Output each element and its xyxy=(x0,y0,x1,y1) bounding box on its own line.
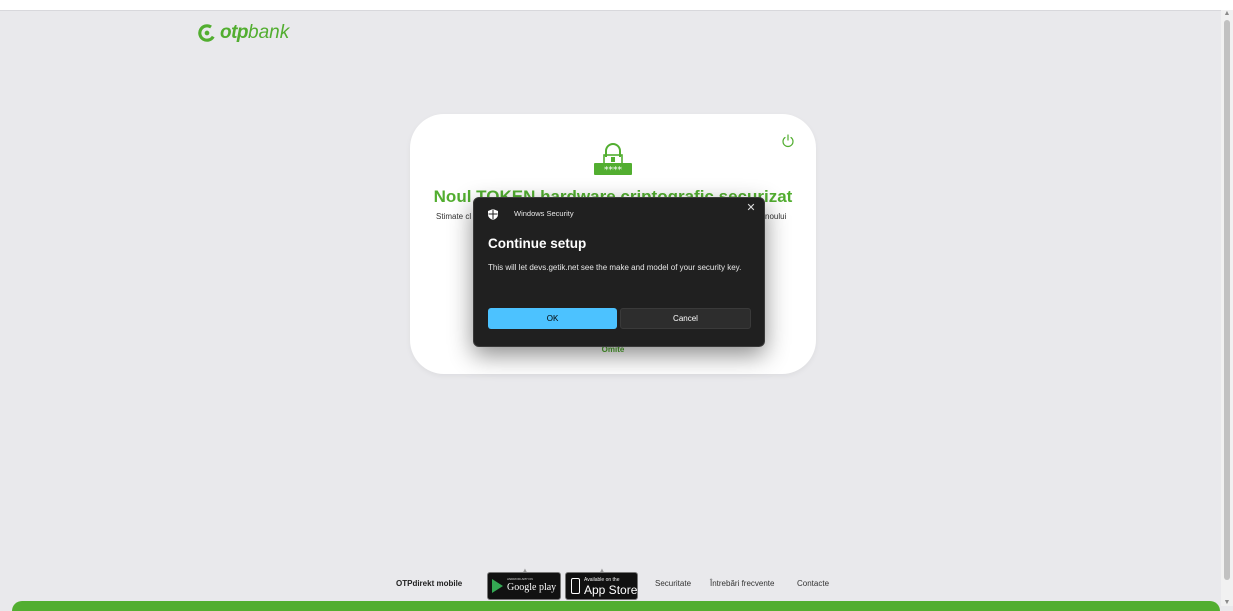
logo-text-bank: bank xyxy=(248,22,290,43)
lock-password-icon: **** xyxy=(594,143,632,176)
footer-green-bar xyxy=(12,601,1220,611)
scrollbar[interactable]: ▲ ▼ xyxy=(1221,10,1233,606)
google-play-text: Google play xyxy=(507,582,557,593)
caret-up-icon: ▲ xyxy=(599,568,605,574)
card-description-end: noului xyxy=(765,212,787,221)
app-store-text: App Store xyxy=(584,583,638,597)
logo-text-otp: otp xyxy=(220,22,249,43)
otp-bank-logo[interactable]: otp bank xyxy=(198,22,289,44)
phone-icon xyxy=(571,578,580,594)
otp-logo-icon xyxy=(198,24,216,42)
caret-up-icon: ▲ xyxy=(522,568,528,574)
card-description-start: Stimate cl xyxy=(436,212,472,221)
scroll-up-icon[interactable]: ▲ xyxy=(1223,10,1231,17)
shield-icon xyxy=(488,209,498,220)
google-play-badge[interactable]: ▲ ANDROID APP ON Google play xyxy=(487,568,561,600)
google-play-small-text: ANDROID APP ON xyxy=(507,577,533,581)
scrollbar-thumb[interactable] xyxy=(1224,20,1230,580)
windows-security-dialog: Windows Security ✕ Continue setup This w… xyxy=(473,197,765,347)
footer-link-faq[interactable]: Întrebări frecvente xyxy=(710,579,774,588)
browser-top-edge xyxy=(0,0,1233,11)
footer: OTPdirekt mobile ▲ ANDROID APP ON Google… xyxy=(0,568,1233,600)
close-icon[interactable]: ✕ xyxy=(744,201,758,215)
dialog-app-name: Windows Security xyxy=(514,209,574,218)
cancel-button[interactable]: Cancel xyxy=(620,308,751,329)
google-play-icon xyxy=(492,579,503,593)
footer-link-contact[interactable]: Contacte xyxy=(797,579,829,588)
dialog-heading: Continue setup xyxy=(488,236,587,251)
svg-text:****: **** xyxy=(604,166,623,176)
scroll-down-icon[interactable]: ▼ xyxy=(1223,599,1231,606)
footer-link-security[interactable]: Securitate xyxy=(655,579,691,588)
power-icon[interactable] xyxy=(781,134,795,148)
ok-button[interactable]: OK xyxy=(488,308,617,329)
app-store-badge[interactable]: ▲ Available on the App Store xyxy=(565,568,638,600)
dialog-message: This will let devs.getik.net see the mak… xyxy=(488,263,742,272)
footer-brand-label: OTPdirekt mobile xyxy=(396,579,463,588)
